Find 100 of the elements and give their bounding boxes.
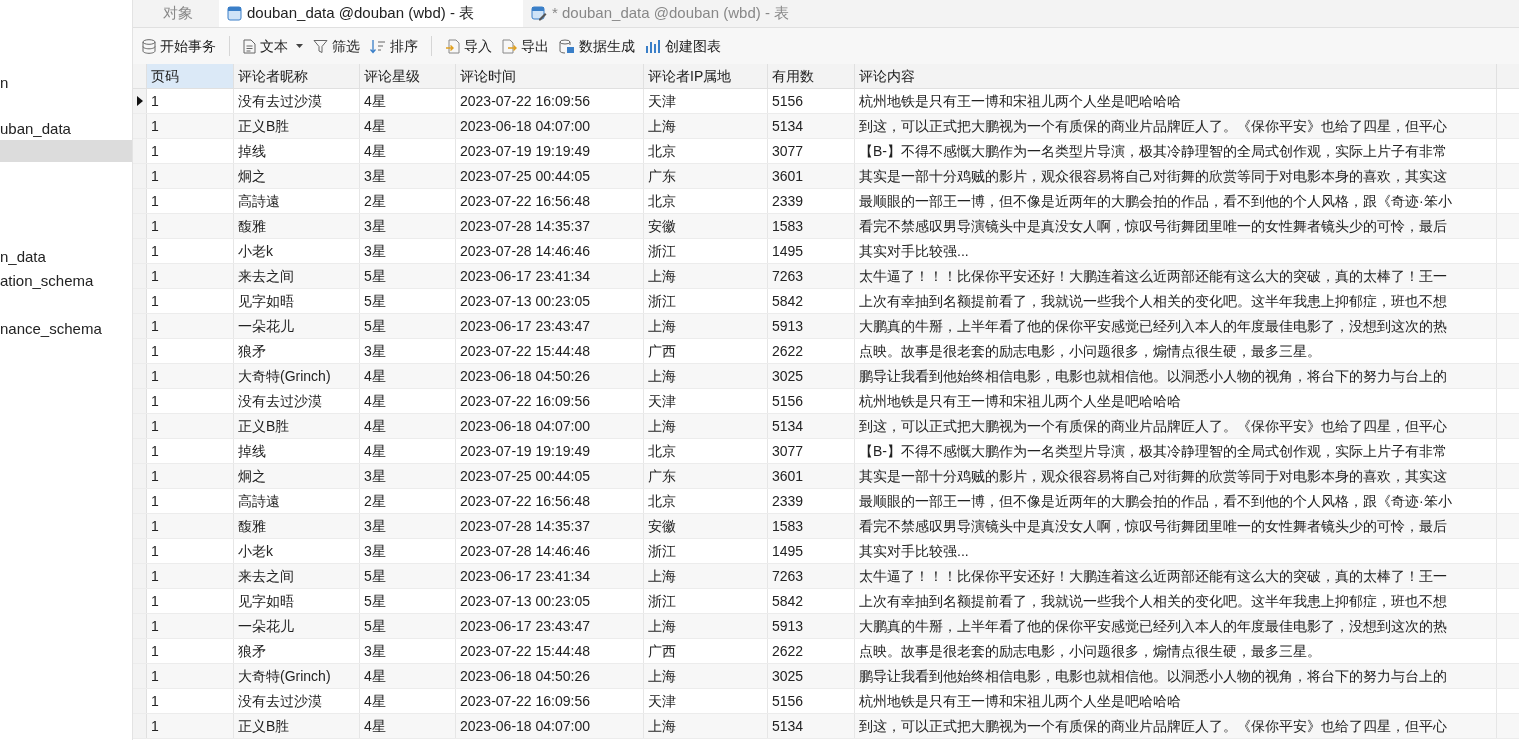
table-cell[interactable]: 3077	[768, 439, 855, 463]
table-cell[interactable]: 4星	[360, 664, 456, 688]
table-cell[interactable]: 广西	[644, 339, 768, 363]
table-cell[interactable]: 5星	[360, 589, 456, 613]
table-cell[interactable]: 上海	[644, 364, 768, 388]
table-cell[interactable]: 2023-06-18 04:07:00	[456, 114, 644, 138]
table-cell[interactable]: 1	[147, 589, 234, 613]
table-cell[interactable]: 正义B胜	[234, 114, 360, 138]
table-cell[interactable]: 鹏导让我看到他始终相信电影，电影也就相信他。以洞悉小人物的视角，将台下的努力与台上的	[855, 364, 1497, 388]
table-cell[interactable]: 炯之	[234, 164, 360, 188]
toolbar-button[interactable]: 导出	[499, 33, 552, 59]
table-cell[interactable]: 2星	[360, 189, 456, 213]
table-cell[interactable]: 1	[147, 164, 234, 188]
table-cell[interactable]: 2023-07-25 00:44:05	[456, 164, 644, 188]
table-cell[interactable]: 3025	[768, 364, 855, 388]
table-cell[interactable]: 1	[147, 514, 234, 538]
table-cell[interactable]: 到这，可以正式把大鹏视为一个有质保的商业片品牌匠人了。《保你平安》也给了四星，但平心	[855, 114, 1497, 138]
table-cell[interactable]: 2622	[768, 639, 855, 663]
table-cell[interactable]: 到这，可以正式把大鹏视为一个有质保的商业片品牌匠人了。《保你平安》也给了四星，但平心	[855, 414, 1497, 438]
table-cell[interactable]: 天津	[644, 389, 768, 413]
table-cell[interactable]: 1	[147, 114, 234, 138]
table-cell[interactable]: 来去之间	[234, 564, 360, 588]
table-cell[interactable]: 点映。故事是很老套的励志电影，小问题很多，煽情点很生硬，最多三星。	[855, 339, 1497, 363]
table-cell[interactable]: 最顺眼的一部王一博，但不像是近两年的大鹏会拍的作品，看不到他的个人风格，跟《奇迹·笨小	[855, 189, 1497, 213]
table-cell[interactable]: 3星	[360, 639, 456, 663]
table-cell[interactable]: 1	[147, 239, 234, 263]
toolbar-button[interactable]: 筛选	[310, 33, 363, 59]
table-cell[interactable]: 高詩遠	[234, 489, 360, 513]
table-cell[interactable]: 点映。故事是很老套的励志电影，小问题很多，煽情点很生硬，最多三星。	[855, 639, 1497, 663]
table-cell[interactable]: 2023-07-22 16:56:48	[456, 189, 644, 213]
table-cell[interactable]: 掉线	[234, 439, 360, 463]
table-cell[interactable]: 广东	[644, 164, 768, 188]
table-cell[interactable]: 没有去过沙漠	[234, 389, 360, 413]
table-cell[interactable]: 3星	[360, 539, 456, 563]
toolbar-button[interactable]: 排序	[367, 33, 421, 59]
table-cell[interactable]: 2023-06-18 04:50:26	[456, 364, 644, 388]
table-cell[interactable]: 2023-07-19 19:19:49	[456, 439, 644, 463]
table-cell[interactable]: 2023-06-18 04:07:00	[456, 714, 644, 738]
table-cell[interactable]: 5842	[768, 589, 855, 613]
table-cell[interactable]: 3星	[360, 464, 456, 488]
table-cell[interactable]: 1	[147, 339, 234, 363]
table-cell[interactable]: 杭州地铁是只有王一博和宋祖儿两个人坐是吧哈哈哈	[855, 689, 1497, 713]
table-cell[interactable]: 1	[147, 564, 234, 588]
sidebar-item[interactable]: n	[0, 72, 132, 94]
table-cell[interactable]: 1	[147, 714, 234, 738]
table-cell[interactable]: 3星	[360, 214, 456, 238]
table-cell[interactable]: 狼矛	[234, 339, 360, 363]
column-header[interactable]: 评论时间	[456, 64, 644, 88]
table-cell[interactable]: 4星	[360, 114, 456, 138]
table-cell[interactable]: 5913	[768, 314, 855, 338]
table-cell[interactable]: 1	[147, 664, 234, 688]
table-cell[interactable]: 北京	[644, 489, 768, 513]
table-cell[interactable]: 3601	[768, 464, 855, 488]
table-cell[interactable]: 广西	[644, 639, 768, 663]
table-cell[interactable]: 3025	[768, 664, 855, 688]
table-cell[interactable]: 2622	[768, 339, 855, 363]
table-cell[interactable]: 其实是一部十分鸡贼的影片，观众很容易将自己对街舞的欣赏等同于对电影本身的喜欢，其实这	[855, 164, 1497, 188]
table-cell[interactable]: 其实是一部十分鸡贼的影片，观众很容易将自己对街舞的欣赏等同于对电影本身的喜欢，其实这	[855, 464, 1497, 488]
column-header[interactable]: 有用数	[768, 64, 855, 88]
table-cell[interactable]: 其实对手比较强...	[855, 239, 1497, 263]
table-cell[interactable]: 2023-07-28 14:46:46	[456, 539, 644, 563]
table-cell[interactable]: 北京	[644, 439, 768, 463]
table-cell[interactable]: 2339	[768, 189, 855, 213]
table-cell[interactable]: 1583	[768, 514, 855, 538]
table-cell[interactable]: 【B-】不得不感慨大鹏作为一名类型片导演，极其冷静理智的全局式创作观，实际上片子有非常	[855, 439, 1497, 463]
table-cell[interactable]: 大奇特(Grinch)	[234, 664, 360, 688]
table-cell[interactable]: 3星	[360, 239, 456, 263]
toolbar-button[interactable]: 数据生成	[556, 33, 638, 59]
table-cell[interactable]: 上海	[644, 564, 768, 588]
table-cell[interactable]: 3星	[360, 514, 456, 538]
table-cell[interactable]: 3601	[768, 164, 855, 188]
table-cell[interactable]: 2023-06-17 23:43:47	[456, 614, 644, 638]
table-cell[interactable]: 5星	[360, 564, 456, 588]
column-header[interactable]: 评论者昵称	[234, 64, 360, 88]
table-cell[interactable]: 浙江	[644, 289, 768, 313]
table-cell[interactable]: 1	[147, 439, 234, 463]
table-cell[interactable]: 5134	[768, 114, 855, 138]
table-cell[interactable]: 2023-07-22 16:09:56	[456, 389, 644, 413]
table-cell[interactable]: 1	[147, 489, 234, 513]
table-cell[interactable]: 大鹏真的牛掰，上半年看了他的保你平安感觉已经列入本人的年度最佳电影了，没想到这次的热	[855, 314, 1497, 338]
table-cell[interactable]: 上海	[644, 264, 768, 288]
table-cell[interactable]: 1	[147, 289, 234, 313]
table-cell[interactable]: 其实对手比较强...	[855, 539, 1497, 563]
table-cell[interactable]: 1	[147, 189, 234, 213]
table-cell[interactable]: 正义B胜	[234, 714, 360, 738]
table-cell[interactable]: 上海	[644, 714, 768, 738]
table-cell[interactable]: 安徽	[644, 214, 768, 238]
toolbar-button[interactable]: 开始事务	[139, 33, 219, 59]
column-header[interactable]: 评论星级	[360, 64, 456, 88]
table-cell[interactable]: 上海	[644, 314, 768, 338]
table-cell[interactable]: 天津	[644, 689, 768, 713]
table-cell[interactable]: 狼矛	[234, 639, 360, 663]
table-cell[interactable]: 看完不禁感叹男导演镜头中是真没女人啊，惊叹号街舞团里唯一的女性舞者镜头少的可怜，最后	[855, 214, 1497, 238]
table-cell[interactable]: 1	[147, 639, 234, 663]
table-cell[interactable]: 7263	[768, 564, 855, 588]
table-cell[interactable]: 2023-07-22 16:09:56	[456, 689, 644, 713]
table-cell[interactable]: 小老k	[234, 539, 360, 563]
row-indicator[interactable]	[133, 89, 147, 113]
table-cell[interactable]: 2023-07-28 14:35:37	[456, 214, 644, 238]
toolbar-button[interactable]: 文本	[240, 33, 306, 59]
